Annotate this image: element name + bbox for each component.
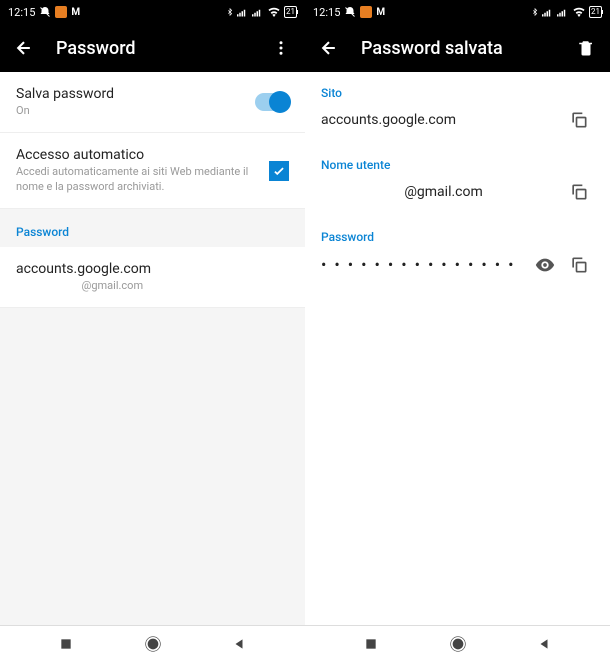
status-bar: 12:15 M 21 xyxy=(0,0,305,24)
back-button[interactable] xyxy=(317,36,341,60)
bluetooth-icon xyxy=(531,6,539,18)
signal-icon-2 xyxy=(557,7,569,17)
site-value: accounts.google.com xyxy=(321,112,564,128)
wifi-icon xyxy=(267,7,281,17)
auto-access-label: Accesso automatico xyxy=(16,147,269,163)
nav-bar xyxy=(0,625,305,661)
status-time: 12:15 xyxy=(313,6,340,19)
signal-icon xyxy=(542,7,554,17)
nav-home[interactable] xyxy=(133,636,173,652)
nav-home[interactable] xyxy=(438,636,478,652)
username-row: xxxxxxxxxxxx@gmail.com xyxy=(305,176,610,216)
battery-icon: 21 xyxy=(284,6,297,18)
save-password-label: Salva password xyxy=(16,86,255,102)
show-password-button[interactable] xyxy=(530,254,560,276)
page-title: Password xyxy=(56,38,269,59)
app-bar: Password salvata xyxy=(305,24,610,72)
app-notification-icon xyxy=(360,6,372,18)
screen-password-list: 12:15 M 21 Password xyxy=(0,0,305,661)
app-bar: Password xyxy=(0,24,305,72)
delete-button[interactable] xyxy=(574,36,598,60)
save-password-state: On xyxy=(16,104,255,118)
password-entry[interactable]: accounts.google.com xxxxxxxxxxxx@gmail.c… xyxy=(0,247,305,308)
username-value: xxxxxxxxxxxx@gmail.com xyxy=(321,184,564,200)
password-value: • • • • • • • • • • • • • • • xyxy=(321,258,530,272)
password-section-label: Password xyxy=(0,209,305,247)
auto-access-row[interactable]: Accesso automatico Accedi automaticament… xyxy=(0,133,305,209)
app-m-icon: M xyxy=(71,7,80,18)
entry-site: accounts.google.com xyxy=(16,261,289,277)
save-password-row[interactable]: Salva password On xyxy=(0,72,305,133)
copy-site-button[interactable] xyxy=(564,110,594,130)
password-row: • • • • • • • • • • • • • • • xyxy=(305,248,610,290)
password-label: Password xyxy=(305,216,610,248)
username-label: Nome utente xyxy=(305,144,610,176)
auto-access-checkbox[interactable] xyxy=(269,161,289,181)
save-password-toggle[interactable] xyxy=(255,93,289,111)
dnd-icon xyxy=(344,6,356,18)
content-area: Salva password On Accesso automatico Acc… xyxy=(0,72,305,625)
copy-password-button[interactable] xyxy=(564,255,594,275)
nav-recent[interactable] xyxy=(46,637,86,651)
screen-password-detail: 12:15 M 21 Password sal xyxy=(305,0,610,661)
nav-back[interactable] xyxy=(524,637,564,651)
wifi-icon xyxy=(572,7,586,17)
app-notification-icon xyxy=(55,6,67,18)
site-label: Sito xyxy=(305,72,610,104)
auto-access-desc: Accedi automaticamente ai siti Web media… xyxy=(16,165,269,194)
bluetooth-icon xyxy=(226,6,234,18)
content-area: Sito accounts.google.com Nome utente xxx… xyxy=(305,72,610,625)
signal-icon-2 xyxy=(252,7,264,17)
battery-icon: 21 xyxy=(589,6,602,18)
status-time: 12:15 xyxy=(8,6,35,19)
app-m-icon: M xyxy=(376,7,385,18)
dnd-icon xyxy=(39,6,51,18)
nav-recent[interactable] xyxy=(351,637,391,651)
copy-username-button[interactable] xyxy=(564,182,594,202)
status-bar: 12:15 M 21 xyxy=(305,0,610,24)
nav-back[interactable] xyxy=(219,637,259,651)
page-title: Password salvata xyxy=(361,38,574,59)
signal-icon xyxy=(237,7,249,17)
nav-bar xyxy=(305,625,610,661)
entry-user: xxxxxxxxxxxx@gmail.com xyxy=(16,279,289,293)
back-button[interactable] xyxy=(12,36,36,60)
more-button[interactable] xyxy=(269,36,293,60)
site-row: accounts.google.com xyxy=(305,104,610,144)
